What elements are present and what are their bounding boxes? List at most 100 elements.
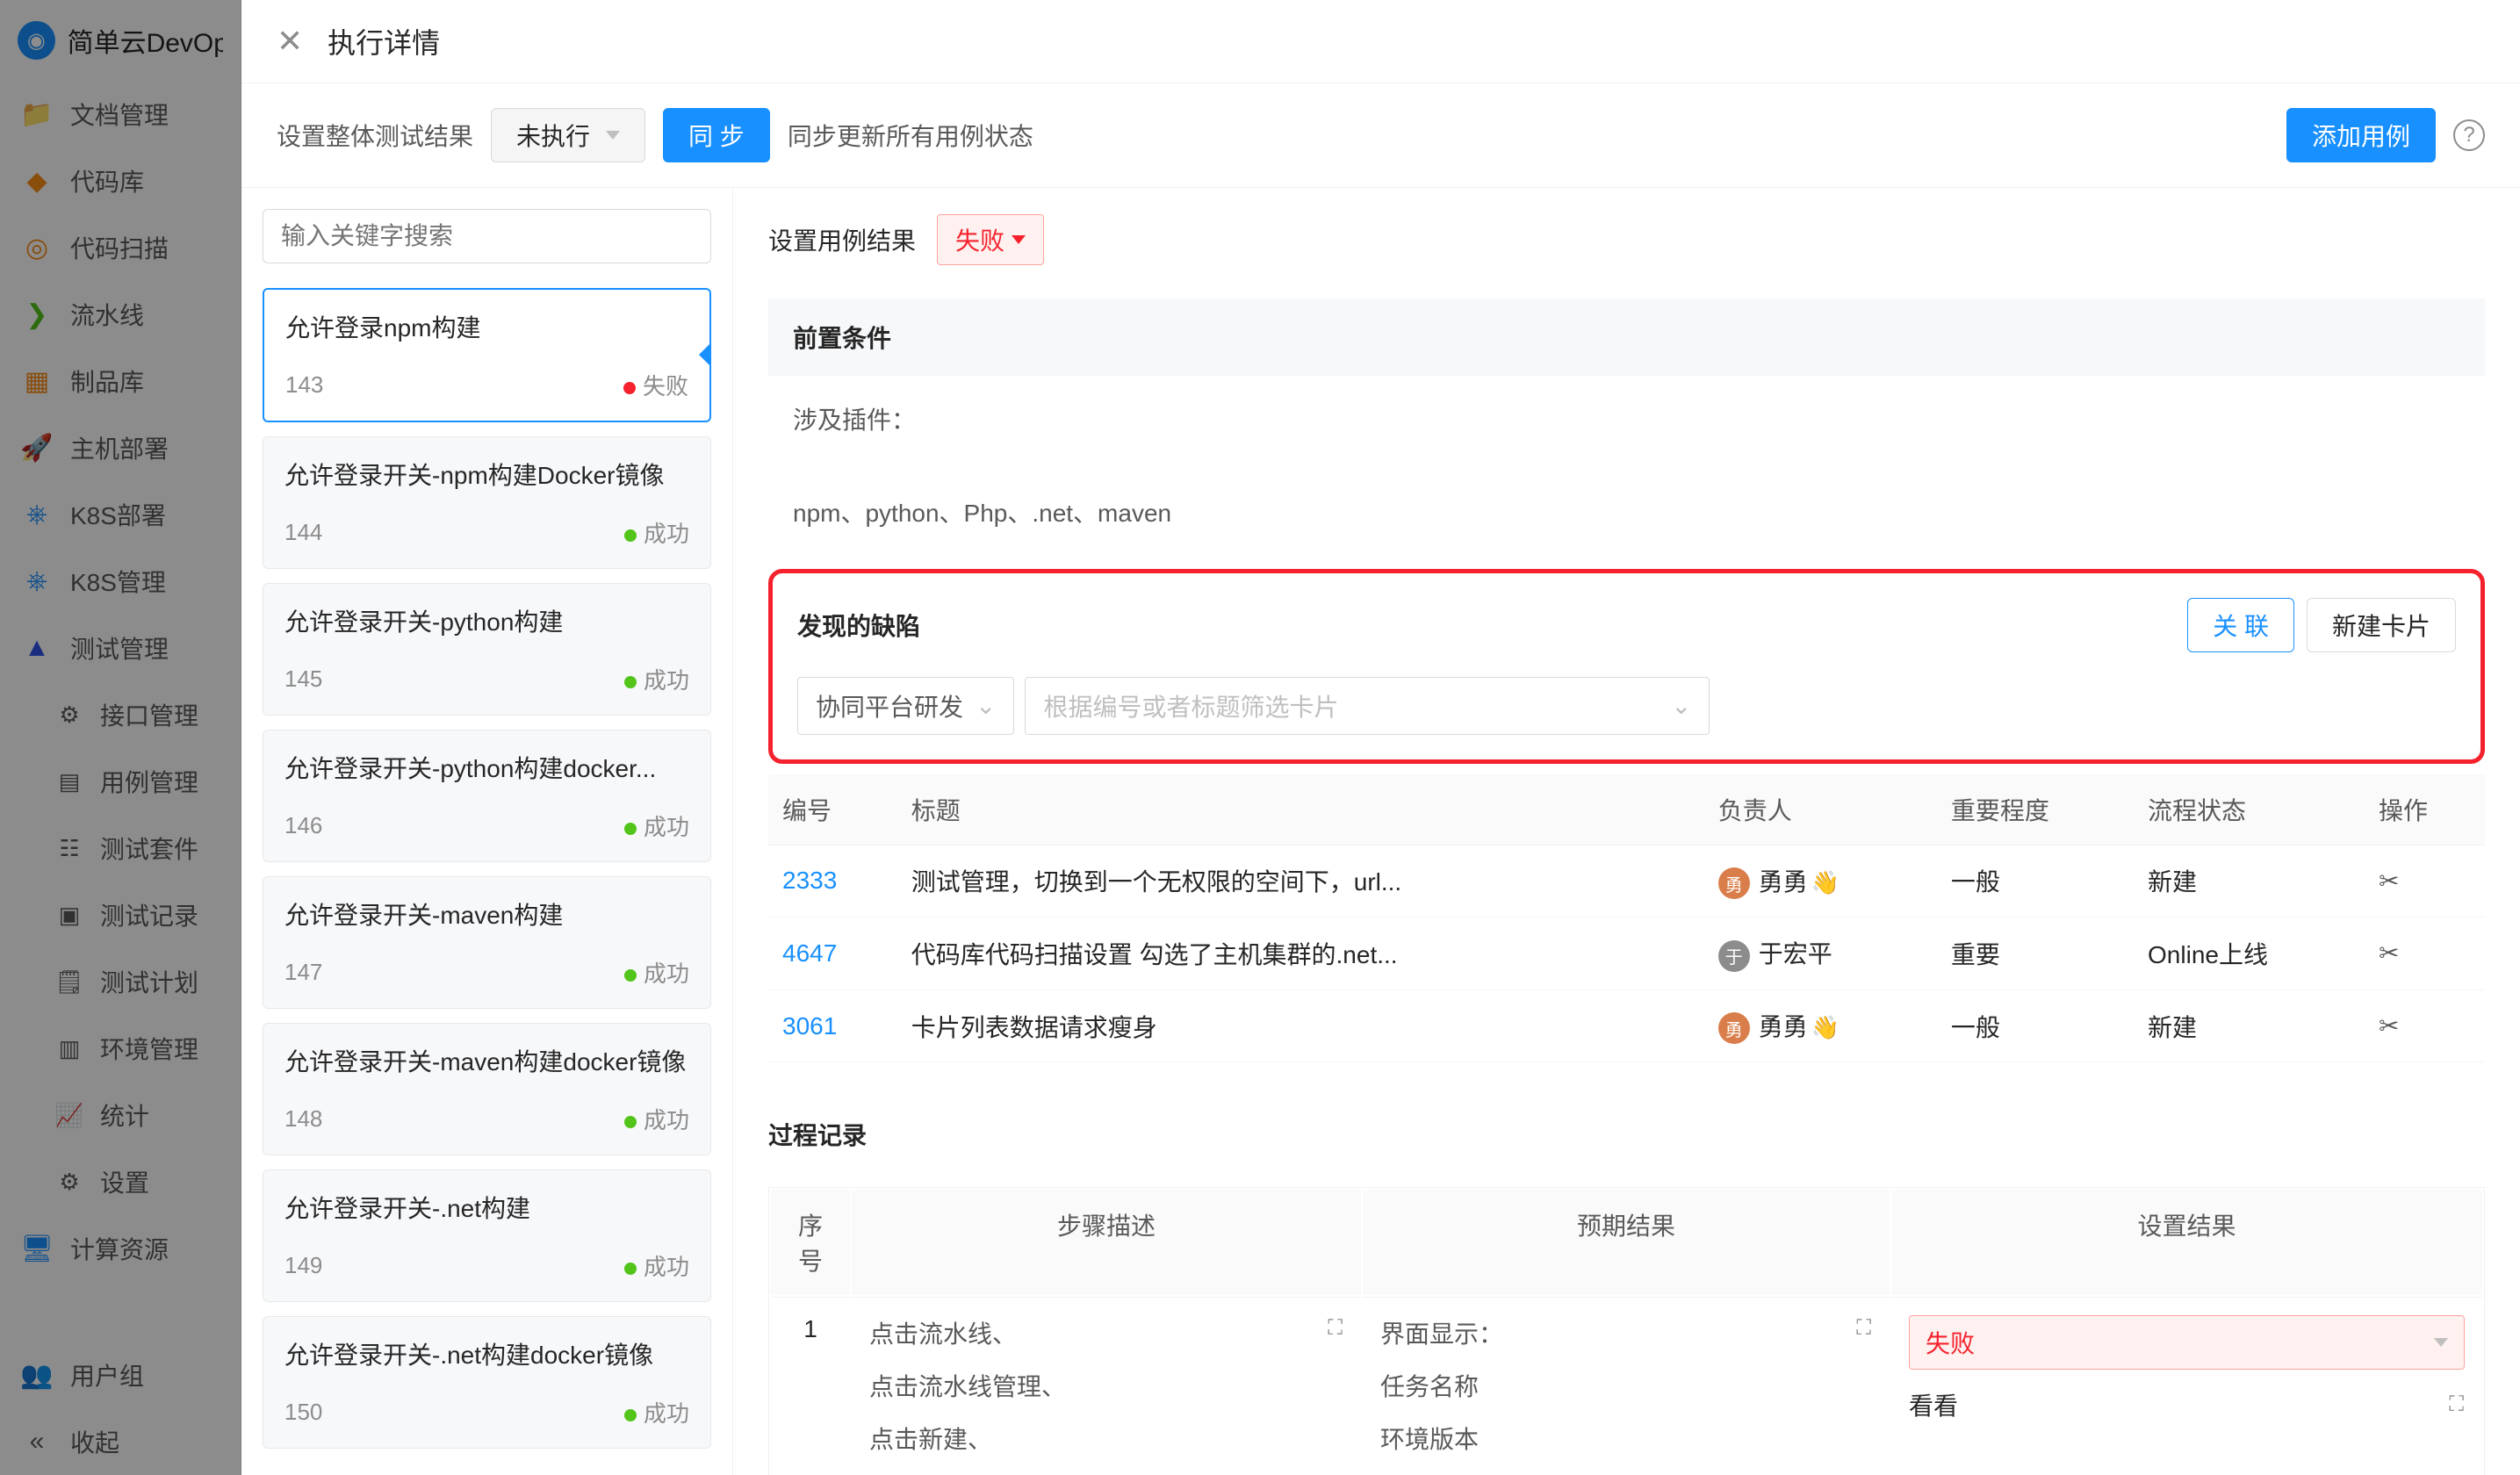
nav-suite[interactable]: ☷测试套件 [0, 815, 241, 881]
users-icon: 👥 [21, 1359, 53, 1391]
nav-plan[interactable]: 🗒测试计划 [0, 948, 241, 1015]
nav-test[interactable]: ▲测试管理 [0, 615, 241, 681]
nav-host-deploy[interactable]: 🚀主机部署 [0, 414, 241, 481]
defect-row[interactable]: 3061卡片列表数据请求瘦身勇勇勇👋一般新建✂ [768, 989, 2485, 1062]
case-id: 146 [284, 812, 322, 839]
defect-owner: 于于宏平 [1704, 917, 1937, 990]
hand-icon: 👋 [1811, 869, 1840, 896]
avatar: 勇 [1718, 1012, 1750, 1044]
defect-id[interactable]: 4647 [768, 917, 897, 990]
new-card-button[interactable]: 新建卡片 [2307, 598, 2456, 652]
drawer: ✕ 执行详情 设置整体测试结果 未执行 同 步 同步更新所有用例状态 添加用例 … [241, 0, 2520, 1475]
case-title: 允许登录开关-npm构建Docker镜像 [284, 457, 689, 492]
link-button[interactable]: 关 联 [2187, 598, 2294, 652]
nav-bottom: 👥用户组 «收起 [0, 1342, 241, 1475]
logo-icon: ◉ [18, 21, 55, 60]
defect-row[interactable]: 4647代码库代码扫描设置 勾选了主机集群的.net...于于宏平重要Onlin… [768, 917, 2485, 990]
nav-case[interactable]: ▤用例管理 [0, 748, 241, 815]
defect-filter-row: 协同平台研发⌄ 根据编号或者标题筛选卡片⌄ [797, 677, 2456, 735]
case-card[interactable]: 允许登录开关-.net构建docker镜像150成功 [263, 1316, 711, 1449]
collapse-icon: « [21, 1426, 53, 1457]
nav-api[interactable]: ⚙接口管理 [0, 681, 241, 748]
defect-id[interactable]: 2333 [768, 845, 897, 917]
close-icon[interactable]: ✕ [277, 23, 303, 60]
case-status: 成功 [624, 1103, 689, 1135]
col-result: 设置结果 [1891, 1190, 2482, 1295]
case-status: 成功 [624, 1396, 689, 1428]
case-card[interactable]: 允许登录开关-npm构建Docker镜像144成功 [263, 436, 711, 569]
avatar: 于 [1718, 940, 1750, 972]
step-result-select[interactable]: 失败 [1909, 1315, 2465, 1370]
col-expect: 预期结果 [1363, 1190, 1890, 1295]
toolbar: 设置整体测试结果 未执行 同 步 同步更新所有用例状态 添加用例 ? [241, 83, 2520, 188]
case-status: 成功 [624, 1249, 689, 1282]
expand-icon[interactable]: ⛶ [2448, 1392, 2465, 1418]
test-icon: ▲ [21, 632, 53, 664]
case-card[interactable]: 允许登录开关-python构建145成功 [263, 583, 711, 716]
unlink-icon[interactable]: ✂ [2379, 1012, 2399, 1040]
sync-button[interactable]: 同 步 [663, 108, 770, 162]
nav-docs[interactable]: 📁文档管理 [0, 81, 241, 148]
case-card[interactable]: 允许登录开关-maven构建147成功 [263, 876, 711, 1009]
card-filter-select[interactable]: 根据编号或者标题筛选卡片⌄ [1025, 677, 1710, 735]
nav-record[interactable]: ▣测试记录 [0, 881, 241, 948]
case-card[interactable]: 允许登录开关-maven构建docker镜像 148 成功 [263, 1023, 711, 1155]
nav-k8s-manage[interactable]: ⎈K8S管理 [0, 548, 241, 615]
process-title: 过程记录 [768, 1096, 2485, 1173]
project-select[interactable]: 协同平台研发⌄ [797, 677, 1014, 735]
logo-text: 简单云DevOp [68, 21, 223, 60]
nav-pipeline[interactable]: ❯流水线 [0, 281, 241, 348]
nav-artifact[interactable]: ▦制品库 [0, 348, 241, 414]
case-result-row: 设置用例结果 失败 [768, 188, 2485, 291]
unlink-icon[interactable]: ✂ [2379, 939, 2399, 967]
nav-env[interactable]: ▥环境管理 [0, 1015, 241, 1082]
help-icon[interactable]: ? [2453, 119, 2485, 151]
process-table: 序号 步骤描述 预期结果 设置结果 1 ⛶ 点击流水线、 点击流水线管理、 点 [768, 1187, 2485, 1475]
nav-scan[interactable]: ◎代码扫描 [0, 214, 241, 281]
expand-icon[interactable]: ⛶ [1327, 1315, 1343, 1342]
helm-icon: ⎈ [21, 565, 53, 597]
nav-compute[interactable]: 🖥计算资源 [0, 1215, 241, 1282]
nav-k8s-deploy[interactable]: ⎈K8S部署 [0, 481, 241, 548]
unlink-icon[interactable]: ✂ [2379, 867, 2399, 895]
expand-icon[interactable]: ⛶ [1855, 1315, 1872, 1342]
add-case-button[interactable]: 添加用例 [2286, 108, 2436, 162]
case-title: 允许登录开关-maven构建docker镜像 [284, 1043, 689, 1078]
defect-id[interactable]: 3061 [768, 989, 897, 1062]
chevron-down-icon: ⌄ [976, 691, 996, 720]
git-icon: ◆ [21, 165, 53, 197]
col-flow: 流程状态 [2134, 774, 2365, 845]
plan-icon: 🗒 [56, 966, 83, 997]
step-no: 1 [771, 1297, 850, 1475]
nav-settings[interactable]: ⚙设置 [0, 1148, 241, 1215]
drawer-title: 执行详情 [328, 21, 440, 61]
nav-collapse[interactable]: «收起 [0, 1408, 241, 1475]
drawer-header: ✕ 执行详情 [241, 0, 2520, 83]
defect-row[interactable]: 2333测试管理，切换到一个无权限的空间下，url...勇勇勇👋一般新建✂ [768, 845, 2485, 917]
case-id: 149 [284, 1252, 322, 1279]
search-input[interactable] [263, 209, 711, 263]
defect-severity: 一般 [1937, 845, 2134, 917]
nav-repo[interactable]: ◆代码库 [0, 148, 241, 214]
defect-title: 测试管理，切换到一个无权限的空间下，url... [897, 845, 1704, 917]
case-status: 成功 [624, 516, 689, 549]
case-id: 148 [284, 1105, 322, 1133]
case-result-value[interactable]: 失败 [937, 214, 1044, 265]
nav-stats[interactable]: 📈统计 [0, 1082, 241, 1148]
artifact-icon: ▦ [21, 365, 53, 397]
col-id: 编号 [768, 774, 897, 845]
nav-usergroup[interactable]: 👥用户组 [0, 1342, 241, 1408]
case-title: 允许登录开关-.net构建docker镜像 [284, 1336, 689, 1371]
col-owner: 负责人 [1704, 774, 1937, 845]
case-card[interactable]: 允许登录npm构建143失败 [263, 288, 711, 422]
col-severity: 重要程度 [1937, 774, 2134, 845]
case-card[interactable]: 允许登录开关-python构建docker...146成功 [263, 730, 711, 862]
case-card[interactable]: 允许登录开关-.net构建 149 成功 [263, 1169, 711, 1302]
step-note: 看看 [1909, 1387, 1958, 1422]
precondition-body: 涉及插件： npm、python、Php、.net、maven [768, 376, 2485, 558]
case-title: 允许登录开关-.net构建 [284, 1190, 689, 1225]
result-select[interactable]: 未执行 [491, 108, 645, 162]
defect-flow: 新建 [2134, 845, 2365, 917]
case-status: 失败 [623, 369, 688, 401]
defect-title: 卡片列表数据请求瘦身 [897, 989, 1704, 1062]
